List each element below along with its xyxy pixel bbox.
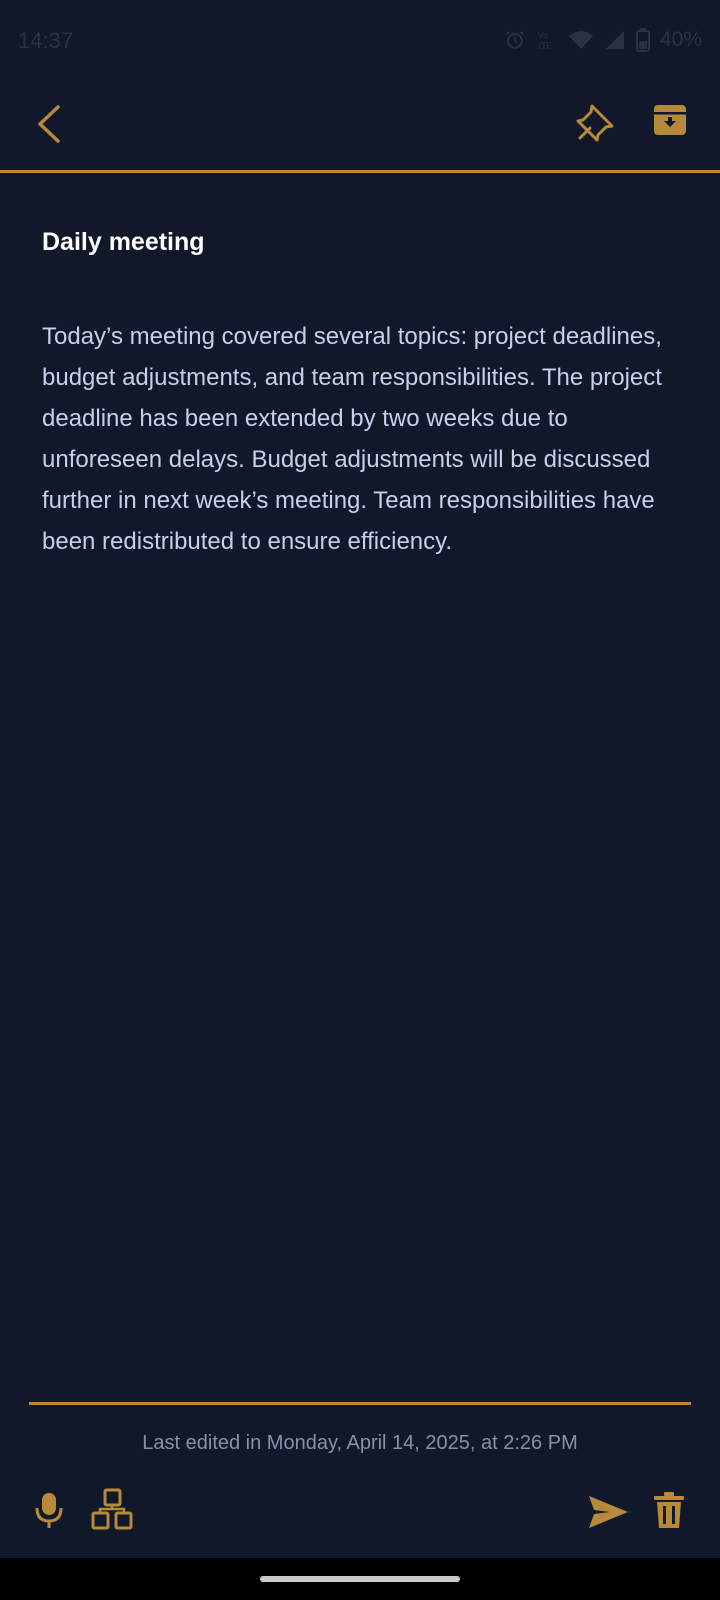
delete-button[interactable] xyxy=(652,1490,686,1530)
mic-button[interactable] xyxy=(34,1490,64,1530)
back-button[interactable] xyxy=(30,102,70,146)
battery-level: 40% xyxy=(659,28,702,51)
top-divider xyxy=(0,170,720,173)
note-title[interactable]: Daily meeting xyxy=(42,228,682,257)
last-edited-text: Last edited in Monday, April 14, 2025, a… xyxy=(142,1432,578,1454)
home-gesture-handle[interactable] xyxy=(260,1576,460,1582)
mic-icon xyxy=(35,1493,63,1528)
volte-icon: Vo LTE xyxy=(538,30,552,50)
layout-button[interactable] xyxy=(90,1488,136,1532)
pin-button[interactable] xyxy=(574,100,618,144)
svg-text:LTE: LTE xyxy=(538,40,552,50)
trash-icon xyxy=(654,1492,684,1528)
layout-icon xyxy=(91,1488,133,1530)
send-button[interactable] xyxy=(586,1492,630,1532)
chevron-left-icon xyxy=(38,105,60,143)
system-nav-bar xyxy=(0,1558,720,1600)
alarm-icon xyxy=(506,31,524,49)
note-body[interactable]: Today’s meeting covered several topics: … xyxy=(42,316,682,562)
send-icon xyxy=(589,1496,628,1528)
top-toolbar xyxy=(0,84,720,170)
archive-button[interactable] xyxy=(650,100,690,140)
archive-icon xyxy=(654,105,686,135)
svg-text:Vo: Vo xyxy=(538,30,548,40)
battery-icon xyxy=(635,28,650,52)
pin-icon xyxy=(576,104,614,142)
status-icons: Vo LTE 40% xyxy=(504,28,702,52)
status-time: 14:37 xyxy=(18,28,74,53)
bottom-divider xyxy=(29,1402,691,1405)
status-bar: 14:37 Vo LTE 40% xyxy=(0,0,720,84)
signal-icon xyxy=(605,31,624,49)
wifi-icon xyxy=(568,31,593,49)
